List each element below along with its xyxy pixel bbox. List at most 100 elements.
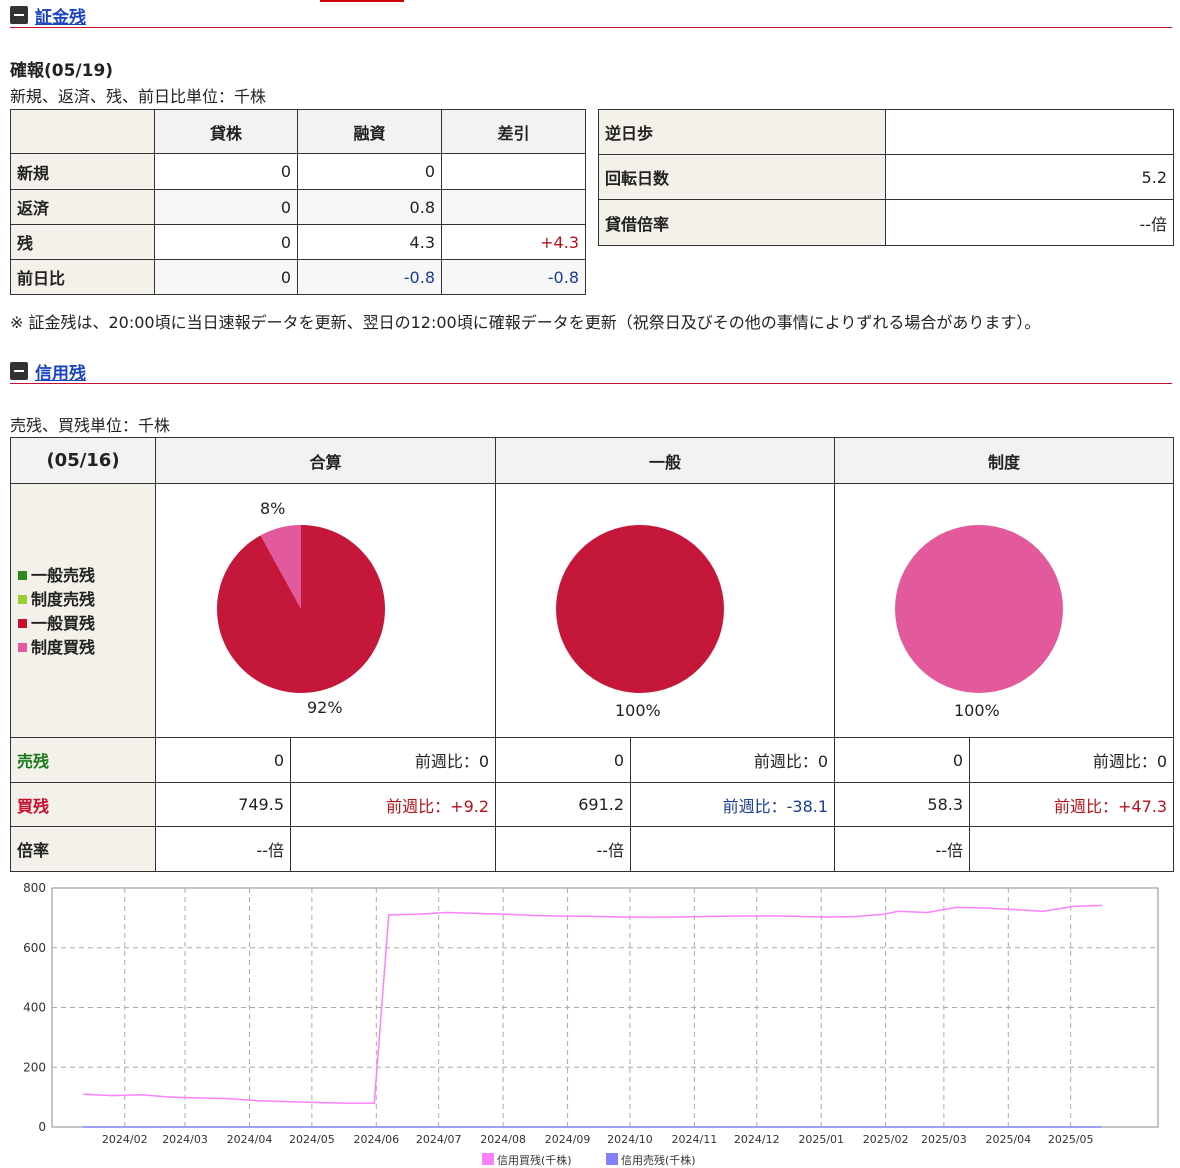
row-label-sell: 売残 — [10, 737, 156, 783]
ratio-general-extra — [630, 826, 836, 872]
side-value — [885, 109, 1174, 155]
sell-general-change: 前週比：0 — [630, 737, 836, 783]
credit-unit-note: 売残、買残単位：千株 — [10, 416, 171, 435]
row-label: 返済 — [10, 189, 155, 225]
table-row: 貸借倍率 --倍 — [598, 199, 1174, 246]
table-row: 倍率 --倍 --倍 --倍 — [10, 826, 1175, 872]
x-tick-label: 2024/09 — [545, 1133, 591, 1146]
lend-value: 0 — [154, 224, 298, 260]
pie-slice — [556, 525, 724, 693]
buy-system-change: 前週比：+47.3 — [969, 782, 1175, 827]
sell-total: 0 — [155, 737, 291, 783]
buy-system: 58.3 — [834, 782, 971, 827]
margin-section-title-link[interactable]: 証金残 — [35, 3, 86, 28]
legend-swatch — [18, 571, 27, 580]
x-tick-label: 2024/10 — [607, 1133, 653, 1146]
row-label-ratio: 倍率 — [10, 826, 156, 872]
x-tick-label: 2024/04 — [227, 1133, 273, 1146]
side-value: 5.2 — [885, 154, 1174, 200]
collapse-icon[interactable] — [10, 362, 28, 380]
margin-unit-note: 新規、返済、残、前日比単位：千株 — [10, 87, 267, 106]
buy-total-change: 前週比：+9.2 — [289, 782, 497, 827]
pie-total-small-label: 8% — [260, 499, 286, 518]
legend-label: 一般買残 — [31, 614, 96, 633]
column-header-general: 一般 — [495, 437, 836, 484]
table-row: 新規 0 0 — [10, 153, 586, 190]
sell-total-change: 前週比：0 — [289, 737, 497, 783]
side-label: 貸借倍率 — [598, 199, 886, 246]
table-row: 売残 0 前週比：0 0 前週比：0 0 前週比：0 — [10, 737, 1175, 783]
margin-header-lend: 貸株 — [154, 109, 298, 154]
buy-general-change: 前週比：-38.1 — [630, 782, 836, 827]
y-tick-label: 800 — [23, 881, 46, 895]
y-tick-label: 200 — [23, 1060, 46, 1074]
diff-value — [441, 153, 586, 190]
legend-label: 一般売残 — [31, 566, 96, 585]
legend-swatch — [482, 1153, 494, 1165]
margin-section-header: 証金残 — [10, 2, 1172, 28]
row-label: 前日比 — [10, 259, 155, 295]
y-tick-label: 0 — [38, 1120, 46, 1134]
sell-system: 0 — [834, 737, 971, 783]
table-row: 前日比 0 -0.8 -0.8 — [10, 259, 586, 295]
buy-general: 691.2 — [495, 782, 632, 827]
table-row: 買残 749.5 前週比：+9.2 691.2 前週比：-38.1 58.3 前… — [10, 782, 1175, 827]
column-header-total: 合算 — [154, 437, 497, 484]
legend-item: 制度売残 — [18, 586, 95, 610]
legend-label: 信用売残(千株) — [621, 1153, 696, 1167]
legend-item: 一般売残 — [18, 562, 95, 586]
margin-header-blank — [10, 109, 155, 154]
side-label: 逆日歩 — [598, 109, 886, 155]
loan-value: 4.3 — [297, 224, 442, 260]
table-row: 回転日数 5.2 — [598, 154, 1174, 200]
credit-section-title-link[interactable]: 信用残 — [35, 359, 86, 384]
margin-header-loan: 融資 — [297, 109, 442, 154]
pie-slice — [895, 525, 1063, 693]
x-tick-label: 2025/03 — [921, 1133, 967, 1146]
margin-footnote: ※ 証金残は、20:00頃に当日速報データを更新、翌日の12:00頃に確報データ… — [10, 313, 1041, 332]
credit-history-line-chart: 0 200 400 600 800 2024/02 2024/03 2024/04 2024/0… — [23, 881, 1159, 1167]
lend-value: 0 — [154, 189, 298, 225]
y-tick-label: 600 — [23, 941, 46, 955]
side-value: --倍 — [885, 199, 1174, 246]
row-label: 残 — [10, 224, 155, 260]
sell-general: 0 — [495, 737, 632, 783]
diff-value — [441, 189, 586, 225]
x-tick-label: 2024/08 — [480, 1133, 526, 1146]
ratio-total: --倍 — [155, 826, 291, 872]
table-row: 残 0 4.3 +4.3 — [10, 224, 586, 260]
lend-value: 0 — [154, 259, 298, 295]
diff-value: -0.8 — [441, 259, 586, 295]
legend-item: 一般買残 — [18, 610, 95, 634]
x-tick-label: 2024/05 — [289, 1133, 335, 1146]
loan-value: -0.8 — [297, 259, 442, 295]
ratio-system: --倍 — [834, 826, 971, 872]
loan-value: 0.8 — [297, 189, 442, 225]
row-label: 新規 — [10, 153, 155, 190]
ratio-system-extra — [969, 826, 1175, 872]
x-tick-label: 2025/02 — [863, 1133, 909, 1146]
legend-label: 信用買残(千株) — [497, 1153, 572, 1167]
x-tick-label: 2024/12 — [734, 1133, 780, 1146]
x-tick-label: 2024/07 — [416, 1133, 462, 1146]
pie-slice — [217, 525, 385, 693]
pie-chart-system — [895, 525, 1063, 693]
diff-value: +4.3 — [441, 224, 586, 260]
legend-item: 制度買残 — [18, 634, 95, 658]
ratio-general: --倍 — [495, 826, 632, 872]
pie-system-label: 100% — [954, 701, 1000, 720]
legend-swatch — [18, 595, 27, 604]
buy-total: 749.5 — [155, 782, 291, 827]
x-tick-label: 2025/01 — [798, 1133, 844, 1146]
sell-system-change: 前週比：0 — [969, 737, 1175, 783]
pie-chart-general — [556, 525, 724, 693]
row-label-buy: 買残 — [10, 782, 156, 827]
collapse-icon[interactable] — [10, 6, 28, 24]
legend-label: 制度売残 — [31, 590, 96, 609]
legend-swatch — [18, 619, 27, 628]
x-tick-label: 2025/05 — [1048, 1133, 1094, 1146]
column-header-system: 制度 — [834, 437, 1175, 484]
x-tick-label: 2024/06 — [353, 1133, 399, 1146]
loan-value: 0 — [297, 153, 442, 190]
y-tick-label: 400 — [23, 1001, 46, 1015]
